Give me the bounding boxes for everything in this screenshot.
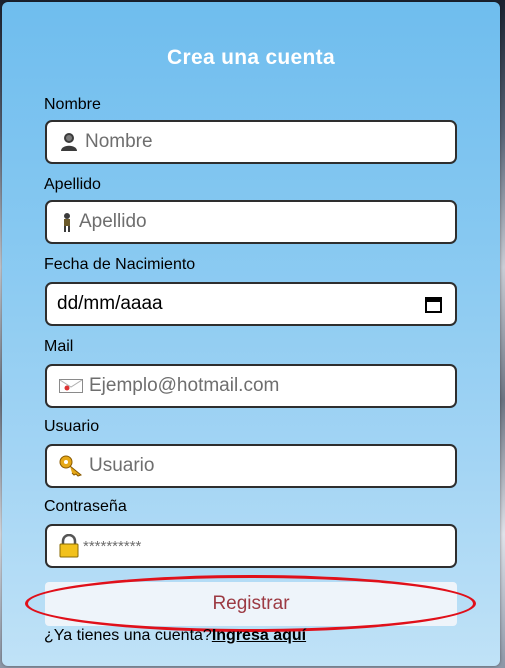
fecha-label: Fecha de Nacimiento <box>44 256 196 273</box>
usuario-label: Usuario <box>44 418 100 435</box>
nombre-input[interactable]: Nombre <box>45 120 457 164</box>
nombre-label: Nombre <box>44 96 101 113</box>
fecha-value: dd/mm/aaaa <box>57 293 163 314</box>
calendar-icon[interactable] <box>425 296 442 318</box>
figure-icon <box>57 211 77 233</box>
register-card: Crea una cuenta Nombre Nombre Apellido A… <box>2 2 500 666</box>
form-title: Crea una cuenta <box>167 46 335 69</box>
contrasena-label: Contraseña <box>44 498 127 515</box>
mail-label: Mail <box>44 338 74 355</box>
key-icon <box>59 455 83 477</box>
contrasena-placeholder: ********** <box>83 537 142 555</box>
login-prompt-text: ¿Ya tienes una cuenta? <box>44 627 212 644</box>
mail-input[interactable]: Ejemplo@hotmail.com <box>45 364 457 408</box>
lock-icon <box>59 534 79 558</box>
login-prompt: ¿Ya tienes una cuenta?Ingresa aquí <box>44 627 306 645</box>
login-link[interactable]: Ingresa aquí <box>212 627 306 644</box>
apellido-input[interactable]: Apellido <box>45 200 457 244</box>
person-icon <box>59 131 79 153</box>
envelope-icon <box>59 375 83 397</box>
usuario-placeholder: Usuario <box>89 455 155 476</box>
apellido-label: Apellido <box>44 176 101 193</box>
nombre-placeholder: Nombre <box>85 131 153 152</box>
contrasena-input[interactable]: ********** <box>45 524 457 568</box>
mail-placeholder: Ejemplo@hotmail.com <box>89 375 280 396</box>
apellido-placeholder: Apellido <box>79 211 147 232</box>
registrar-button[interactable]: Registrar <box>45 582 457 626</box>
usuario-input[interactable]: Usuario <box>45 444 457 488</box>
fecha-input[interactable]: dd/mm/aaaa <box>45 282 457 326</box>
